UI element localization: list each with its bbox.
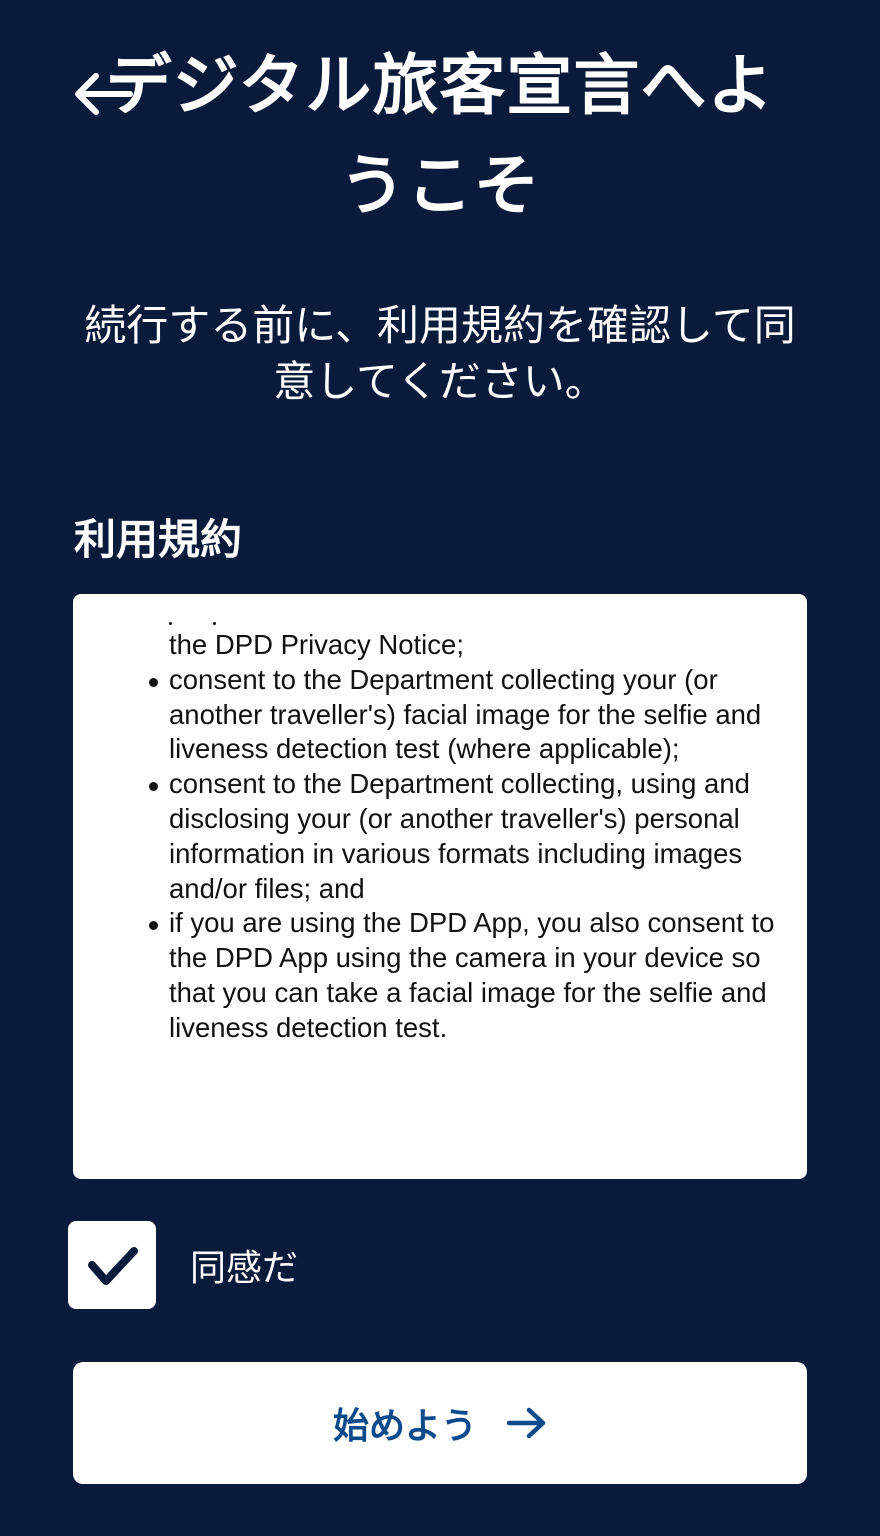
terms-list-item: consent to the Department collecting, us… (73, 767, 807, 906)
terms-item-text: consent to the Department collecting, us… (169, 768, 750, 904)
checkmark-icon (88, 1247, 138, 1285)
intro-subtitle: 続行する前に、利用規約を確認して同意してください。 (84, 301, 796, 406)
bullet-icon (149, 921, 158, 931)
agree-checkbox[interactable] (68, 1221, 156, 1309)
terms-scroll-area[interactable]: the DPD Privacy Notice; consent to the D… (73, 594, 807, 1179)
bullet-icon (149, 677, 158, 687)
agree-label: 同感だ (190, 1248, 299, 1289)
terms-content: the DPD Privacy Notice; consent to the D… (73, 614, 807, 1046)
clipped-text-fragment (73, 614, 807, 628)
start-button[interactable]: 始めよう (73, 1362, 807, 1484)
terms-list: consent to the Department collecting you… (73, 663, 807, 1046)
page-title: デジタル旅客宣言へようこそ (105, 47, 775, 224)
terms-list-item: consent to the Department collecting you… (73, 663, 807, 767)
terms-item-text: consent to the Department collecting you… (169, 663, 762, 765)
terms-continued-line: the DPD Privacy Notice; (169, 629, 464, 660)
terms-item-text: if you are using the DPD App, you also c… (169, 907, 775, 1043)
agree-row[interactable]: 同感だ (68, 1221, 298, 1309)
start-button-label: 始めよう (332, 1406, 477, 1447)
terms-box[interactable]: the DPD Privacy Notice; consent to the D… (73, 594, 807, 1179)
arrow-right-icon (507, 1407, 547, 1439)
terms-list-item: if you are using the DPD App, you also c… (73, 906, 807, 1045)
bullet-icon (149, 782, 158, 792)
terms-heading: 利用規約 (74, 515, 243, 564)
